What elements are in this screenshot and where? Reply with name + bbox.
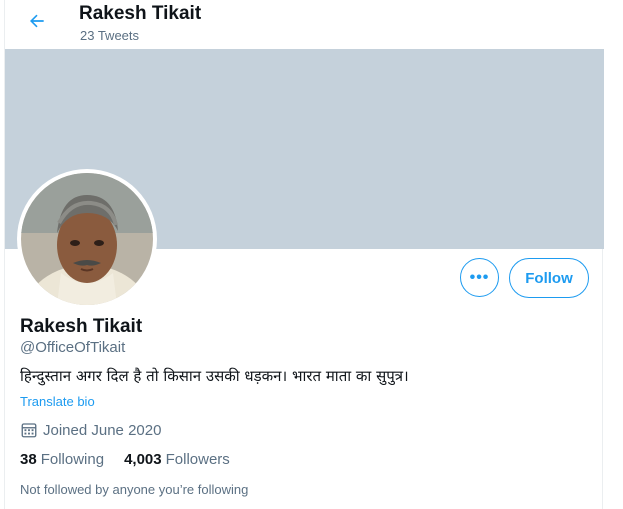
profile-header: Rakesh Tikait 23 Tweets bbox=[5, 0, 604, 49]
translate-bio-link[interactable]: Translate bio bbox=[20, 394, 95, 409]
profile-handle: @OfficeOfTikait bbox=[20, 339, 126, 356]
avatar-image bbox=[21, 173, 153, 305]
follow-button[interactable]: Follow bbox=[509, 258, 589, 298]
calendar-icon bbox=[21, 423, 37, 438]
follow-stats: 38 Following 4,003 Followers bbox=[20, 451, 250, 468]
arrow-left-icon bbox=[30, 14, 44, 28]
back-button[interactable] bbox=[22, 6, 52, 36]
not-followed-notice: Not followed by anyone you’re following bbox=[20, 482, 249, 497]
followers-link[interactable]: 4,003 Followers bbox=[124, 451, 230, 468]
following-count: 38 bbox=[20, 451, 37, 468]
following-link[interactable]: 38 Following bbox=[20, 451, 104, 468]
followers-label: Followers bbox=[165, 451, 230, 468]
more-horizontal-icon: ••• bbox=[469, 268, 490, 286]
header-title: Rakesh Tikait bbox=[79, 3, 202, 24]
joined-date: Joined June 2020 bbox=[20, 421, 161, 439]
more-options-button[interactable]: ••• bbox=[460, 258, 499, 297]
followers-count: 4,003 bbox=[124, 451, 162, 468]
avatar[interactable] bbox=[17, 169, 157, 309]
profile-bio: हिन्दुस्तान अगर दिल है तो किसान उसकी धड़… bbox=[20, 367, 409, 385]
profile-name: Rakesh Tikait bbox=[20, 316, 143, 337]
profile-column: Rakesh Tikait 23 Tweets ••• Follow Rakes… bbox=[4, 0, 604, 509]
tweet-count: 23 Tweets bbox=[80, 28, 140, 43]
joined-text: Joined June 2020 bbox=[43, 421, 162, 439]
following-label: Following bbox=[40, 451, 105, 468]
